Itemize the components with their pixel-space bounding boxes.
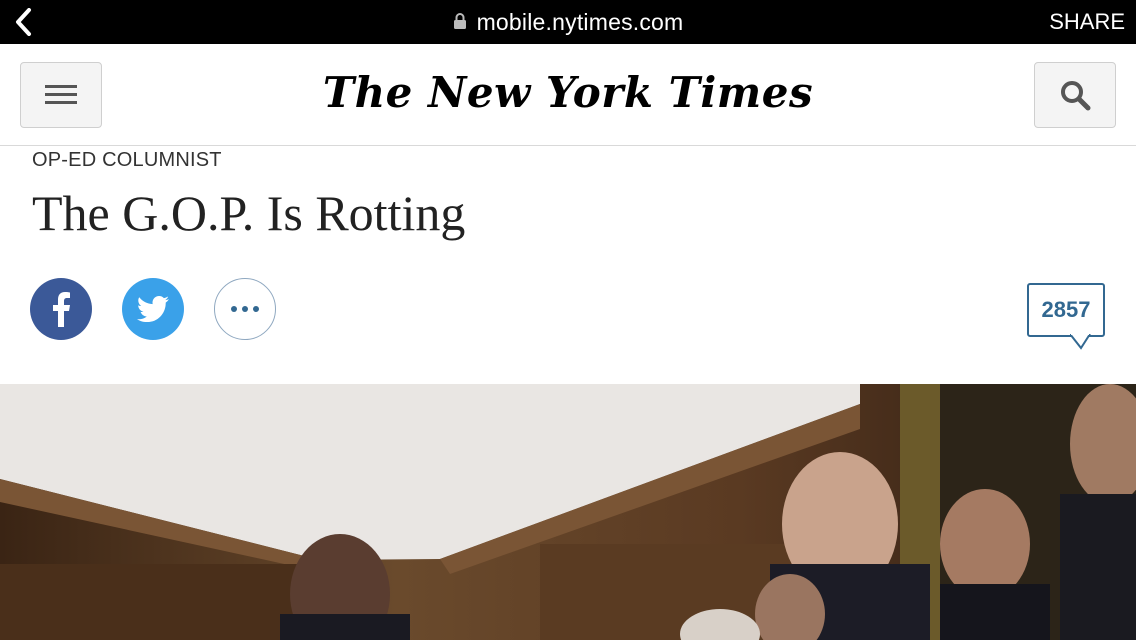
- nyt-logo[interactable]: The New York Times: [0, 68, 1136, 117]
- search-icon: [1061, 81, 1091, 111]
- twitter-share-button[interactable]: [122, 278, 184, 340]
- comments-count: 2857: [1041, 297, 1091, 322]
- search-button[interactable]: [1034, 62, 1116, 128]
- comments-count-button[interactable]: 2857: [1027, 283, 1105, 337]
- lock-icon: [453, 9, 467, 36]
- article-headline: The G.O.P. Is Rotting: [32, 185, 466, 241]
- more-icon: [231, 306, 259, 312]
- article-hero-photo[interactable]: [0, 384, 1136, 640]
- url-bar[interactable]: mobile.nytimes.com: [0, 0, 1136, 44]
- hero-photo-illustration: [0, 384, 1136, 640]
- section-kicker[interactable]: OP-ED COLUMNIST: [32, 149, 222, 172]
- twitter-icon: [137, 296, 169, 322]
- facebook-icon: [53, 292, 70, 327]
- more-share-options-button[interactable]: [214, 278, 276, 340]
- url-text: mobile.nytimes.com: [476, 8, 684, 35]
- share-button[interactable]: SHARE: [1049, 0, 1125, 44]
- comment-bubble-tail-icon: [1070, 334, 1091, 350]
- facebook-share-button[interactable]: [30, 278, 92, 340]
- site-header: The New York Times: [0, 44, 1136, 146]
- browser-top-bar: mobile.nytimes.com SHARE: [0, 0, 1136, 44]
